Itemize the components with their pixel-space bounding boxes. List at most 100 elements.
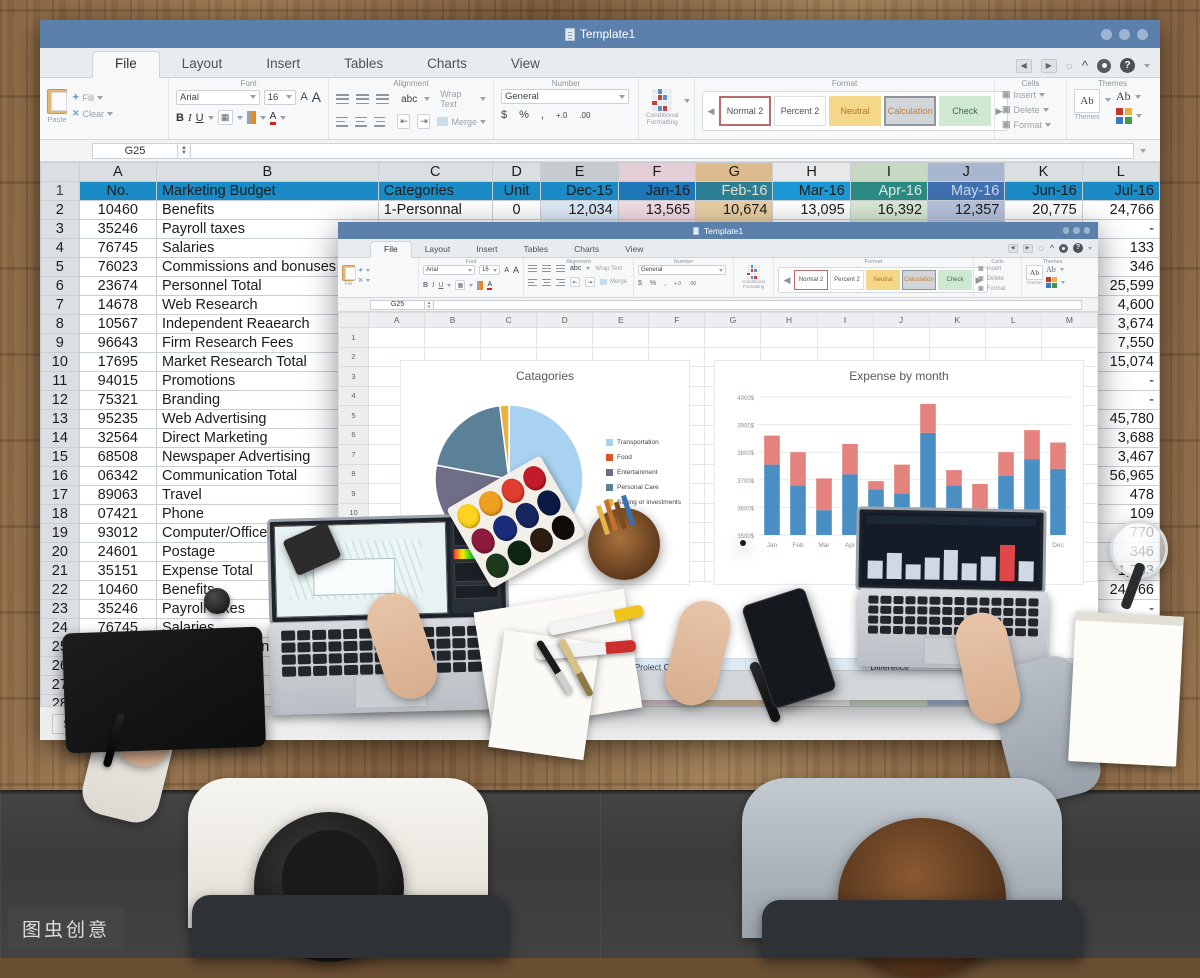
percent-format-button[interactable]: % (650, 280, 656, 287)
inner-row-header-7[interactable]: 7 (338, 444, 370, 465)
row-header-18[interactable]: 18 (40, 504, 80, 524)
bar-segment-series2-Dec[interactable] (1050, 442, 1066, 469)
row-header-13[interactable]: 13 (40, 409, 80, 429)
decrease-indent-icon[interactable]: ⇤ (397, 114, 411, 129)
align-left-icon[interactable] (528, 278, 537, 286)
minimize-button[interactable] (1073, 227, 1080, 234)
wrap-text-button[interactable]: Wrap Text (595, 266, 622, 272)
align-top-icon[interactable] (336, 94, 350, 104)
tab-insert[interactable]: Insert (244, 52, 322, 77)
align-left-icon[interactable] (336, 116, 348, 127)
inner-cell-K1[interactable] (928, 327, 986, 348)
chevron-down-icon[interactable] (683, 99, 690, 103)
minimize-button[interactable] (1119, 28, 1130, 40)
cell-A15[interactable]: 68508 (78, 447, 157, 467)
chevron-down-icon[interactable] (1105, 98, 1111, 102)
percent-format-button[interactable]: % (519, 109, 529, 121)
format-cells-button[interactable]: ▣ Format (1002, 119, 1059, 130)
column-header-K[interactable]: K (1004, 162, 1083, 182)
cell-A18[interactable]: 07421 (78, 504, 157, 524)
style-normal-2[interactable]: Normal 2 (794, 270, 828, 290)
formula-input[interactable] (191, 142, 1134, 159)
inner-cell-A1[interactable] (368, 327, 426, 348)
bar-segment-series1-Jan[interactable] (764, 464, 780, 535)
inner-col-E[interactable]: E (592, 312, 650, 328)
chevron-down-icon[interactable] (1088, 246, 1092, 250)
underline-button[interactable]: U (196, 112, 204, 124)
shrink-font-button[interactable]: A (312, 89, 321, 105)
borders-icon[interactable]: ▦ (455, 280, 466, 290)
column-header-L[interactable]: L (1081, 162, 1160, 182)
column-header-C[interactable]: C (377, 162, 493, 182)
format-cells-button[interactable]: ▣ Format (978, 285, 1006, 293)
chevron-down-icon[interactable] (280, 115, 287, 120)
row-header-22[interactable]: 22 (40, 580, 80, 600)
orientation-button[interactable]: abc (570, 265, 581, 272)
tab-view[interactable]: View (489, 52, 562, 77)
row-header-4[interactable]: 4 (40, 238, 80, 258)
inner-col-C[interactable]: C (480, 312, 538, 328)
inner-col-B[interactable]: B (424, 312, 482, 328)
bar-segment-series2-Aug[interactable] (946, 470, 962, 486)
inner-cell-L1[interactable] (984, 327, 1042, 348)
style-normal-2[interactable]: Normal 2 (719, 96, 771, 126)
cell-D2[interactable]: 0 (491, 200, 542, 220)
conditional-formatting-icon[interactable] (747, 265, 760, 279)
cell-C2[interactable]: 1-Personnal (377, 200, 493, 220)
inner-tab-file[interactable]: File (370, 241, 412, 258)
inner-row-header-4[interactable]: 4 (338, 385, 370, 406)
bar-segment-series1-Mar[interactable] (816, 510, 832, 535)
help-icon[interactable]: ? (1073, 243, 1083, 253)
table-row[interactable]: 2 10460 Benefits 1-Personnal 0 12,034 13,565 10… (40, 200, 1160, 220)
nav-forward-button[interactable]: ▶ (1040, 58, 1057, 73)
style-calculation[interactable]: Calculation (884, 96, 936, 126)
style-check[interactable]: Check (938, 270, 972, 290)
cell-A19[interactable]: 93012 (78, 523, 157, 543)
cell-A20[interactable]: 24601 (78, 542, 157, 562)
bar-segment-series2-Jul[interactable] (920, 403, 936, 433)
inner-row-header-9[interactable]: 9 (338, 483, 370, 504)
row-header-19[interactable]: 19 (40, 523, 80, 543)
wrap-text-button[interactable]: Wrap Text (440, 89, 486, 109)
inner-name-box[interactable]: G25 (370, 299, 425, 310)
gear-icon[interactable] (1059, 243, 1068, 253)
align-middle-icon[interactable] (356, 94, 370, 104)
style-neutral[interactable]: Neutral (866, 270, 900, 290)
collapse-ribbon-icon[interactable]: ^ (1082, 58, 1088, 73)
theme-fonts-button[interactable]: Ab (1046, 265, 1065, 274)
inner-col-D[interactable]: D (536, 312, 594, 328)
currency-format-button[interactable]: $ (638, 280, 642, 287)
inner-tab-insert[interactable]: Insert (463, 242, 510, 257)
chevron-down-icon[interactable] (236, 115, 243, 120)
borders-icon[interactable]: ▦ (217, 110, 233, 125)
inner-table-row[interactable]: 1 (338, 327, 1098, 348)
row-header-11[interactable]: 11 (40, 371, 80, 391)
cell-A3[interactable]: 35246 (78, 219, 157, 239)
nav-back-button[interactable]: ◀ (1015, 58, 1032, 73)
font-color-icon[interactable]: A (487, 281, 493, 290)
inner-row-header-1[interactable]: 1 (338, 327, 370, 348)
cell-J2[interactable]: 12,357 (927, 200, 1006, 220)
bar-segment-series2-Jun[interactable] (894, 464, 910, 494)
row-header-14[interactable]: 14 (40, 428, 80, 448)
row-header-10[interactable]: 10 (40, 352, 80, 372)
cell-A8[interactable]: 10567 (78, 314, 157, 334)
inner-cell-D1[interactable] (536, 327, 594, 348)
row-header-1[interactable]: 1 (40, 181, 80, 201)
font-size-input[interactable]: 16 (263, 89, 297, 105)
column-header-D[interactable]: D (491, 162, 542, 182)
cell-A16[interactable]: 06342 (78, 466, 157, 486)
chevron-down-icon[interactable] (207, 115, 214, 120)
inner-col-F[interactable]: F (648, 312, 706, 328)
collapse-ribbon-icon[interactable]: ^ (1050, 243, 1054, 253)
align-right-icon[interactable] (556, 278, 565, 286)
inner-row-header-3[interactable]: 3 (338, 366, 370, 387)
cell-A4[interactable]: 76745 (78, 238, 157, 258)
inner-window-controls[interactable] (1062, 222, 1090, 239)
row-header-9[interactable]: 9 (40, 333, 80, 353)
style-gallery[interactable]: ◀ Normal 2 Percent 2 Neutral Calculation… (702, 91, 1008, 131)
right-laptop-keyboard[interactable] (867, 595, 1039, 637)
column-header-A[interactable]: A (78, 162, 157, 182)
bar-segment-series2-Apr[interactable] (842, 443, 858, 475)
style-calculation[interactable]: Calculation (902, 270, 936, 290)
